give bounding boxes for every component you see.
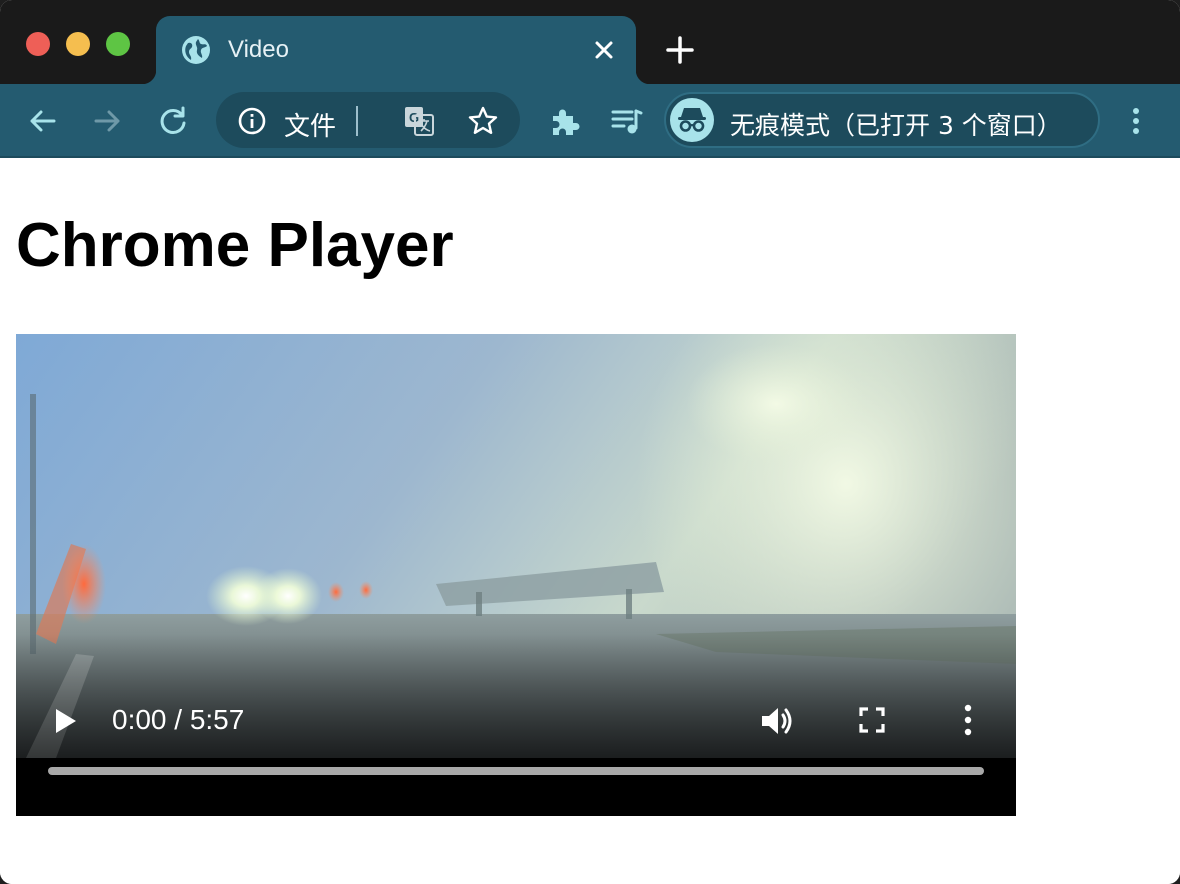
tab-strip: Video bbox=[0, 0, 1180, 84]
incognito-chip[interactable]: 无痕模式（已打开 3 个窗口） bbox=[664, 92, 1100, 148]
minimize-window-button[interactable] bbox=[66, 32, 90, 56]
toolbar: 文件 G 无痕模式（已打开 3 个窗口） bbox=[0, 84, 1180, 158]
translate-icon[interactable]: G bbox=[402, 104, 436, 138]
browser-window: Video 文件 G 无痕模式（已打开 3 个窗口） Chrome Player… bbox=[0, 0, 1180, 884]
star-icon[interactable] bbox=[466, 104, 500, 138]
fullscreen-icon[interactable] bbox=[856, 704, 888, 736]
arrow-right-icon[interactable] bbox=[90, 104, 124, 138]
info-icon[interactable] bbox=[236, 105, 268, 137]
video-time: 0:00 / 5:57 bbox=[112, 704, 245, 735]
address-divider bbox=[356, 106, 358, 136]
tab-title: Video bbox=[228, 36, 289, 63]
close-window-button[interactable] bbox=[26, 32, 50, 56]
plus-icon[interactable] bbox=[662, 32, 698, 68]
incognito-label: 无痕模式（已打开 3 个窗口） bbox=[730, 111, 1062, 140]
play-icon[interactable] bbox=[52, 706, 80, 736]
puzzle-icon[interactable] bbox=[548, 104, 582, 138]
more-vertical-icon[interactable] bbox=[960, 702, 976, 738]
page-title: Chrome Player bbox=[16, 211, 454, 280]
controls-shade bbox=[16, 634, 1016, 758]
globe-icon bbox=[182, 36, 210, 64]
address-bar[interactable]: 文件 G bbox=[216, 92, 520, 148]
volume-icon[interactable] bbox=[758, 702, 796, 740]
reload-icon[interactable] bbox=[156, 104, 190, 138]
kebab-icon[interactable] bbox=[1120, 104, 1152, 138]
arrow-left-icon[interactable] bbox=[26, 104, 60, 138]
video-progress-bar[interactable] bbox=[48, 767, 984, 775]
page-content: Chrome Player 0:00 / 5:57 bbox=[0, 158, 1180, 884]
media-queue-icon[interactable] bbox=[610, 104, 644, 138]
zoom-window-button[interactable] bbox=[106, 32, 130, 56]
incognito-icon bbox=[678, 108, 706, 132]
video-player[interactable]: 0:00 / 5:57 bbox=[16, 334, 1016, 816]
close-icon[interactable] bbox=[590, 36, 618, 64]
tab-video[interactable]: Video bbox=[142, 16, 650, 84]
address-text[interactable]: 文件 bbox=[284, 106, 336, 143]
avatar bbox=[670, 98, 714, 142]
